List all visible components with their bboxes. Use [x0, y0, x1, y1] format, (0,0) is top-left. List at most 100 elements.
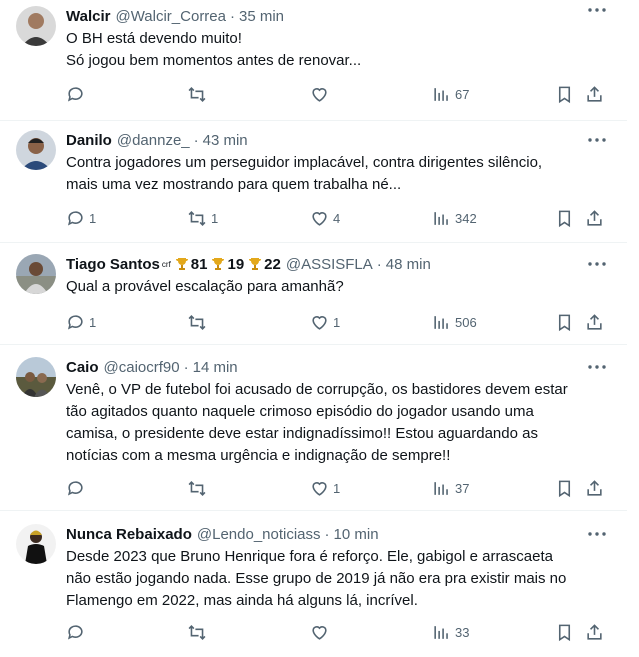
tweet[interactable]: Danilo @dannze_ · 43 min Contra jogadore…: [0, 120, 627, 243]
retweet-icon: [188, 624, 206, 640]
bookmark-icon: [558, 480, 571, 497]
heart-icon: [312, 481, 327, 496]
separator-dot: ·: [376, 255, 382, 273]
share-icon: [587, 479, 602, 496]
share-icon: [587, 85, 602, 102]
reply-button[interactable]: [66, 622, 89, 642]
views-button[interactable]: 37: [432, 478, 469, 498]
tweet-time[interactable]: 10 min: [334, 526, 379, 543]
retweet-icon: [188, 314, 206, 330]
views-button[interactable]: 33: [432, 622, 469, 642]
views-chart-icon: [434, 315, 448, 329]
heart-icon: [312, 315, 327, 330]
author-handle[interactable]: @dannze_: [117, 132, 190, 149]
views-button[interactable]: 506: [432, 312, 477, 332]
author-handle[interactable]: @Lendo_noticiass: [197, 526, 321, 543]
tweet-actions: 67: [66, 84, 611, 104]
more-options-icon[interactable]: [585, 256, 609, 272]
reply-button[interactable]: 1: [66, 208, 96, 228]
author-handle[interactable]: @caiocrf90: [104, 359, 180, 376]
tweet-actions: 33: [66, 622, 611, 642]
views-button[interactable]: 67: [432, 84, 469, 104]
bookmark-button[interactable]: [555, 84, 574, 104]
retweet-button[interactable]: [187, 312, 211, 332]
reply-button[interactable]: [66, 478, 89, 498]
views-button[interactable]: 342: [432, 208, 477, 228]
avatar[interactable]: [16, 254, 56, 294]
views-chart-icon: [434, 87, 448, 101]
share-icon: [587, 313, 602, 330]
tweet-text: Desde 2023 que Bruno Henrique fora é ref…: [66, 548, 567, 609]
more-options-icon[interactable]: [585, 526, 609, 542]
views-chart-icon: [434, 481, 448, 495]
like-button[interactable]: [310, 622, 333, 642]
retweet-icon: [188, 480, 206, 496]
tweet[interactable]: Nunca Rebaixado @Lendo_noticiass · 10 mi…: [0, 510, 627, 657]
share-button[interactable]: [585, 622, 604, 642]
bookmark-icon: [558, 210, 571, 227]
tweet-time[interactable]: 48 min: [386, 256, 431, 273]
author-handle[interactable]: @Walcir_Correa: [115, 8, 226, 25]
tweet[interactable]: Tiago Santos crf 81 19 22 @ASSISFLA · 48…: [0, 242, 627, 345]
avatar[interactable]: [16, 6, 56, 46]
heart-icon: [312, 87, 327, 102]
avatar[interactable]: [16, 524, 56, 564]
retweet-icon: [188, 210, 206, 226]
reply-button[interactable]: 1: [66, 312, 96, 332]
bookmark-button[interactable]: [555, 312, 574, 332]
author-name[interactable]: Nunca Rebaixado: [66, 526, 192, 543]
tweet-text: Venê, o VP de futebol foi acusado de cor…: [66, 381, 568, 464]
separator-dot: ·: [230, 7, 235, 25]
separator-dot: ·: [324, 525, 330, 543]
bookmark-button[interactable]: [555, 478, 574, 498]
reply-icon: [67, 480, 83, 496]
bookmark-icon: [558, 314, 571, 331]
share-button[interactable]: [585, 84, 604, 104]
more-options-icon[interactable]: [585, 2, 609, 18]
timeline-feed: Walcir @Walcir_Correa · 35 min O BH está…: [0, 0, 639, 657]
share-button[interactable]: [585, 312, 604, 332]
trophy-count: 19: [210, 256, 244, 273]
reply-icon: [67, 86, 83, 102]
tweet-actions: 1 1 4 342: [66, 208, 611, 228]
views-chart-icon: [434, 211, 448, 225]
author-name[interactable]: Caio: [66, 359, 99, 376]
more-options-icon[interactable]: [585, 359, 609, 375]
author-handle[interactable]: @ASSISFLA: [286, 256, 373, 273]
share-icon: [587, 623, 602, 640]
tweet[interactable]: Caio @caiocrf90 · 14 min Venê, o VP de f…: [0, 344, 627, 511]
bookmark-button[interactable]: [555, 622, 574, 642]
share-button[interactable]: [585, 208, 604, 228]
tweet-time[interactable]: 35 min: [239, 8, 284, 25]
avatar[interactable]: [16, 357, 56, 397]
heart-icon: [312, 625, 327, 640]
retweet-button[interactable]: [187, 622, 211, 642]
bookmark-button[interactable]: [555, 208, 574, 228]
reply-button[interactable]: [66, 84, 89, 104]
avatar[interactable]: [16, 130, 56, 170]
like-button[interactable]: 4: [310, 208, 340, 228]
author-name[interactable]: Tiago Santos: [66, 256, 160, 273]
retweet-button[interactable]: 1: [187, 208, 218, 228]
author-name[interactable]: Walcir: [66, 8, 110, 25]
share-icon: [587, 209, 602, 226]
tweet-actions: 1 37: [66, 478, 611, 498]
reply-icon: [67, 624, 83, 640]
like-button[interactable]: 1: [310, 312, 340, 332]
like-button[interactable]: 1: [310, 478, 340, 498]
views-chart-icon: [434, 625, 448, 639]
like-button[interactable]: [310, 84, 333, 104]
trophy-icon: [212, 258, 225, 270]
tweet-text: Qual a provável escalação para amanhã?: [66, 278, 344, 295]
tweet[interactable]: Walcir @Walcir_Correa · 35 min O BH está…: [0, 0, 627, 121]
retweet-icon: [188, 86, 206, 102]
retweet-button[interactable]: [187, 478, 211, 498]
author-name[interactable]: Danilo: [66, 132, 112, 149]
tweet-time[interactable]: 43 min: [203, 132, 248, 149]
share-button[interactable]: [585, 478, 604, 498]
tweet-time[interactable]: 14 min: [193, 359, 238, 376]
tweet-text: Contra jogadores um perseguidor implacáv…: [66, 154, 543, 193]
reply-icon: [67, 210, 83, 226]
retweet-button[interactable]: [187, 84, 211, 104]
more-options-icon[interactable]: [585, 132, 609, 148]
